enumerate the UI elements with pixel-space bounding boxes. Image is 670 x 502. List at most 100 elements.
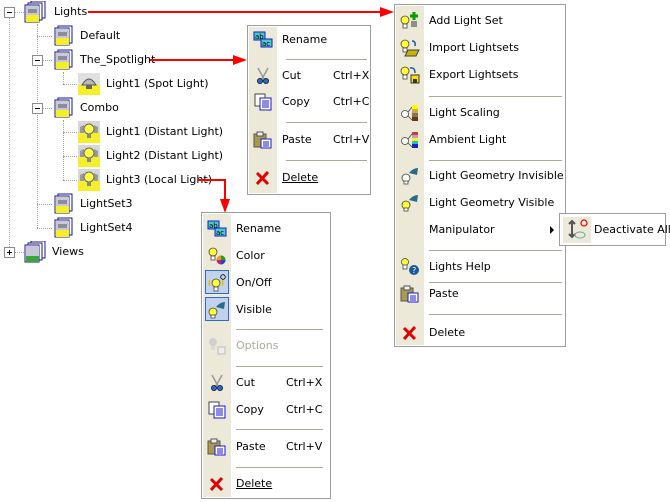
menu-separator — [236, 429, 323, 430]
tree-node-light3-local[interactable]: Light3 (Local Light) — [106, 173, 212, 187]
menu-item-rename[interactable]: Rename — [203, 217, 329, 241]
tree-node-light1-spot[interactable]: Light1 (Spot Light) — [106, 77, 209, 91]
tree-node-lights[interactable]: Lights — [54, 5, 87, 19]
menu-item-shortcut: Ctrl+C — [333, 95, 370, 108]
menu-item-paste[interactable]: Paste — [396, 282, 564, 306]
tree-node-lightset4[interactable]: LightSet4 — [80, 221, 133, 235]
menu-item-label: Rename — [282, 33, 328, 46]
menu-item-label: Light Scaling — [429, 106, 500, 119]
menu-item-delete[interactable]: Delete — [396, 321, 564, 345]
menu-item-label: Color — [236, 249, 265, 262]
menu-item-label: Copy — [236, 403, 264, 416]
lights-context-menu: Add Light Set Import Lightsets Export Li… — [394, 4, 566, 347]
scissors-icon — [207, 374, 227, 392]
arrowhead-icon — [380, 7, 394, 17]
menu-item-delete[interactable]: Delete — [203, 472, 329, 496]
geometry-visible-icon — [400, 194, 420, 212]
menu-item-lights-help[interactable]: Lights Help — [396, 255, 564, 279]
light-set-icon — [52, 97, 74, 119]
menu-item-export-lightsets[interactable]: Export Lightsets — [396, 63, 564, 87]
menu-item-on-off[interactable]: On/Off — [203, 270, 329, 296]
light-context-menu: Rename Color On/Off Visible Options Cut … — [201, 212, 331, 499]
tree-node-combo[interactable]: Combo — [80, 101, 119, 115]
color-icon — [207, 247, 227, 265]
menu-item-paste[interactable]: Paste Ctrl+V — [249, 128, 369, 152]
manipulator-submenu: Deactivate All — [559, 213, 670, 246]
menu-item-shortcut: Ctrl+V — [333, 133, 370, 146]
menu-item-label: Add Light Set — [429, 14, 503, 27]
tree-connector — [37, 36, 52, 37]
copy-icon — [253, 93, 273, 111]
lightset-context-menu: Rename Cut Ctrl+X Copy Ctrl+C Paste Ctrl… — [247, 25, 371, 195]
menu-separator — [286, 160, 367, 161]
arrowhead-icon — [233, 55, 247, 65]
menu-separator — [236, 366, 323, 367]
tree-node-lightset3[interactable]: LightSet3 — [80, 197, 133, 211]
menu-item-label: Export Lightsets — [429, 68, 519, 81]
tree-node-light1-distant[interactable]: Light1 (Distant Light) — [106, 125, 223, 139]
menu-item-paste[interactable]: Paste Ctrl+V — [203, 435, 329, 459]
menu-item-light-geometry-visible[interactable]: Light Geometry Visible — [396, 191, 564, 215]
menu-item-visible[interactable]: Visible — [203, 297, 329, 323]
rename-icon — [207, 220, 227, 238]
menu-item-light-geometry-invisible[interactable]: Light Geometry Invisible — [396, 164, 564, 188]
light-set-stack-icon — [24, 1, 46, 23]
menu-item-color[interactable]: Color — [203, 244, 329, 268]
tree-node-light2-distant[interactable]: Light2 (Distant Light) — [106, 149, 223, 163]
help-icon — [400, 258, 420, 276]
scissors-icon — [253, 67, 273, 85]
menu-item-label: Paste — [282, 133, 312, 146]
tree-node-views[interactable]: Views — [52, 245, 84, 259]
menu-item-light-scaling[interactable]: Light Scaling — [396, 101, 564, 125]
menu-item-manipulator[interactable]: Manipulator — [396, 218, 564, 242]
menu-item-copy[interactable]: Copy Ctrl+C — [249, 90, 369, 114]
menu-item-label: Paste — [429, 287, 459, 300]
menu-item-cut[interactable]: Cut Ctrl+X — [203, 371, 329, 395]
menu-item-shortcut: Ctrl+X — [286, 376, 323, 389]
light-set-icon — [52, 217, 74, 239]
menu-item-label: Cut — [236, 376, 255, 389]
tree-node-the-spotlight[interactable]: The_Spotlight — [80, 53, 155, 67]
menu-item-add-light-set[interactable]: Add Light Set — [396, 9, 564, 33]
menu-item-import-lightsets[interactable]: Import Lightsets — [396, 36, 564, 60]
tree-connector — [37, 204, 52, 205]
tree-connector — [63, 180, 77, 181]
menu-item-label: Light Geometry Visible — [429, 196, 555, 209]
menu-separator — [429, 250, 562, 251]
menu-item-ambient-light[interactable]: Ambient Light — [396, 128, 564, 152]
light-set-icon — [52, 193, 74, 215]
tree-connector — [63, 156, 77, 157]
rename-icon — [253, 31, 273, 49]
menu-item-options: Options — [203, 334, 329, 358]
menu-item-label: Manipulator — [429, 223, 495, 236]
on-off-icon — [207, 274, 227, 292]
export-lightsets-icon — [400, 66, 420, 84]
menu-item-copy[interactable]: Copy Ctrl+C — [203, 398, 329, 422]
bulb-light-icon — [78, 145, 100, 167]
expand-toggle-views[interactable] — [4, 247, 15, 258]
menu-item-cut[interactable]: Cut Ctrl+X — [249, 64, 369, 88]
collapse-toggle-lights[interactable] — [4, 7, 15, 18]
tree-connector — [37, 228, 52, 229]
collapse-toggle-combo[interactable] — [32, 103, 43, 114]
menu-item-delete[interactable]: Delete — [249, 166, 369, 190]
geometry-invisible-icon — [400, 167, 420, 185]
menu-separator — [429, 314, 562, 315]
menu-item-label: Light Geometry Invisible — [429, 169, 564, 182]
tree-node-default[interactable]: Default — [80, 29, 120, 43]
options-icon — [207, 337, 227, 355]
arrow-lights-to-menu — [88, 11, 384, 13]
menu-item-deactivate-all[interactable]: Deactivate All — [561, 217, 670, 243]
menu-item-label: Delete — [282, 171, 319, 184]
tree-connector — [63, 132, 77, 133]
tree-connector — [63, 84, 77, 85]
menu-item-rename[interactable]: Rename — [249, 28, 369, 52]
tree-connector — [63, 120, 64, 180]
menu-separator — [286, 59, 367, 60]
menu-separator — [286, 122, 367, 123]
collapse-toggle-the-spotlight[interactable] — [32, 55, 43, 66]
menu-separator — [236, 329, 323, 330]
arrow-spotlight-to-menu — [150, 59, 236, 61]
copy-icon — [207, 401, 227, 419]
menu-item-label: Paste — [236, 440, 266, 453]
